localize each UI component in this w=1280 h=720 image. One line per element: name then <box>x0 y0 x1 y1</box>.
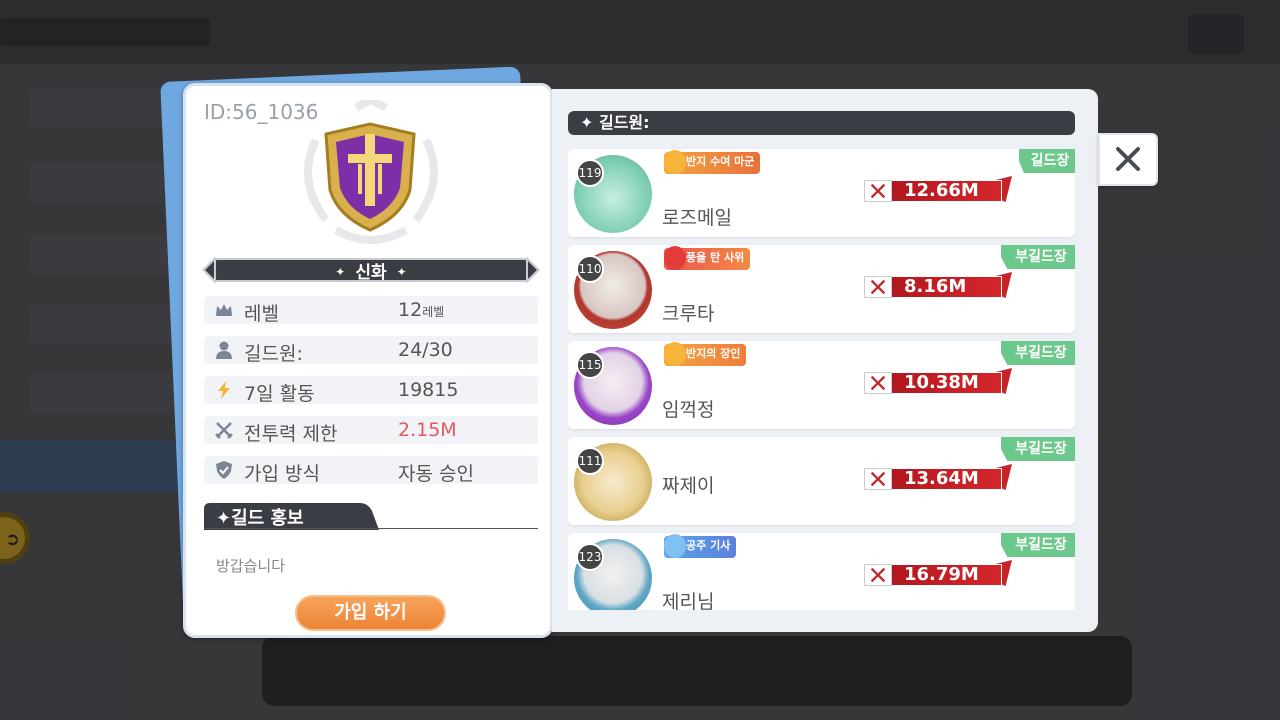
level-suffix: 레벨 <box>422 305 445 319</box>
member-power: 12.66M <box>864 176 1014 206</box>
stat-value: 24/30 <box>398 339 453 361</box>
guild-emblem-icon <box>324 122 416 232</box>
stat-label: 7일 활동 <box>244 383 315 405</box>
shield-check-icon <box>216 461 232 479</box>
member-card[interactable]: 123 공주 기사 제리님 16.79M 부길드장 <box>568 533 1075 610</box>
stat-value: 19815 <box>398 379 459 401</box>
member-role-badge: 부길드장 <box>1001 245 1075 269</box>
stat-label: 전투력 제한 <box>244 423 338 445</box>
member-title-badge: 공주 기사 <box>664 534 737 558</box>
crossed-swords-icon <box>864 468 892 490</box>
member-title-text: 반지의 장인 <box>686 347 741 360</box>
guild-info-card: ID:56_1036 ✦ 신화 ✦ 레벨 12레벨 길드원: 24/30 7일 활동… <box>183 83 553 638</box>
stat-row-join-method: 가입 방식 자동 승인 <box>204 456 538 485</box>
stat-label: 가입 방식 <box>244 463 320 485</box>
member-role-badge: 부길드장 <box>1001 437 1075 461</box>
member-power: 16.79M <box>864 560 1014 590</box>
member-name: 짜제이 <box>662 475 715 497</box>
member-level-badge: 115 <box>576 351 604 379</box>
member-power-value: 10.38M <box>904 372 979 393</box>
medal-icon <box>664 150 686 174</box>
star-icon: ✦ <box>216 508 232 529</box>
stat-row-members: 길드원: 24/30 <box>204 336 538 365</box>
promo-text: 방갑습니다 <box>216 557 286 575</box>
crossed-swords-icon <box>215 422 233 439</box>
stat-value: 12레벨 <box>398 299 444 321</box>
member-level-badge: 111 <box>576 447 604 475</box>
crown-icon <box>216 304 232 316</box>
stat-label: 레벨 <box>244 303 279 325</box>
member-title-text: 풍을 탄 사위 <box>686 251 745 264</box>
rank-label-wrap: ✦ 신화 ✦ <box>204 258 538 283</box>
crossed-swords-icon <box>864 276 892 298</box>
member-level-badge: 119 <box>576 159 604 187</box>
member-card[interactable]: 115 반지의 장인 임꺽정 10.38M 부길드장 <box>568 341 1075 429</box>
medal-icon <box>664 342 686 366</box>
member-name: 로즈메일 <box>662 207 732 229</box>
member-name: 제리님 <box>662 591 715 610</box>
promo-title: 길드 홍보 <box>231 508 304 529</box>
person-icon <box>216 341 232 359</box>
promo-title-wrap: ✦길드 홍보 <box>216 504 304 530</box>
member-title-badge: 반지의 장인 <box>664 342 747 366</box>
stat-value: 2.15M <box>398 419 457 441</box>
crossed-swords-icon <box>864 372 892 394</box>
crossed-swords-icon <box>864 564 892 586</box>
member-role-badge: 부길드장 <box>1001 341 1075 365</box>
rank-banner: ✦ 신화 ✦ <box>202 256 540 284</box>
crossed-swords-icon <box>864 180 892 202</box>
join-button[interactable]: 가입 하기 <box>295 595 446 631</box>
member-level-badge: 110 <box>576 255 604 283</box>
lightning-icon <box>218 381 230 399</box>
star-icon: ✦ <box>335 265 346 279</box>
member-name: 크루타 <box>662 303 715 325</box>
stat-row-level: 레벨 12레벨 <box>204 296 538 325</box>
stat-row-power-limit: 전투력 제한 2.15M <box>204 416 538 445</box>
member-role-badge: 길드장 <box>1019 149 1075 173</box>
close-icon <box>1116 147 1140 171</box>
members-header: ✦ 길드원: <box>568 111 1075 135</box>
star-icon: ✦ <box>580 113 599 132</box>
member-card[interactable]: 119 반지 수여 마군 로즈메일 12.66M 길드장 <box>568 149 1075 237</box>
member-role-badge: 부길드장 <box>1001 533 1075 557</box>
member-list[interactable]: 119 반지 수여 마군 로즈메일 12.66M 길드장 110 풍을 탄 사위… <box>568 147 1075 610</box>
level-number: 12 <box>398 299 423 321</box>
member-power: 10.38M <box>864 368 1014 398</box>
member-card[interactable]: 110 풍을 탄 사위 크루타 8.16M 부길드장 <box>568 245 1075 333</box>
member-title-text: 반지 수여 마군 <box>686 155 755 168</box>
stat-row-activity: 7일 활동 19815 <box>204 376 538 405</box>
member-power-value: 16.79M <box>904 564 979 585</box>
star-icon: ✦ <box>396 265 407 279</box>
medal-icon <box>664 534 686 558</box>
members-panel: ✦ 길드원: 119 반지 수여 마군 로즈메일 12.66M 길드장 110 … <box>552 89 1098 632</box>
members-header-label: 길드원: <box>598 113 650 132</box>
medal-icon <box>664 246 686 270</box>
rank-label: 신화 <box>355 263 387 283</box>
stat-label: 길드원: <box>244 343 303 365</box>
member-power: 8.16M <box>864 272 1014 302</box>
member-power-value: 8.16M <box>904 276 967 297</box>
member-power: 13.64M <box>864 464 1014 494</box>
member-power-value: 12.66M <box>904 180 979 201</box>
member-card[interactable]: 111 짜제이 13.64M 부길드장 <box>568 437 1075 525</box>
close-button[interactable] <box>1098 133 1158 186</box>
member-title-badge: 풍을 탄 사위 <box>664 246 751 270</box>
member-title-text: 공주 기사 <box>686 539 731 552</box>
member-level-badge: 123 <box>576 543 604 571</box>
stat-value: 자동 승인 <box>398 463 474 485</box>
member-title-badge: 반지 수여 마군 <box>664 150 761 174</box>
member-power-value: 13.64M <box>904 468 979 489</box>
member-name: 임꺽정 <box>662 399 715 421</box>
